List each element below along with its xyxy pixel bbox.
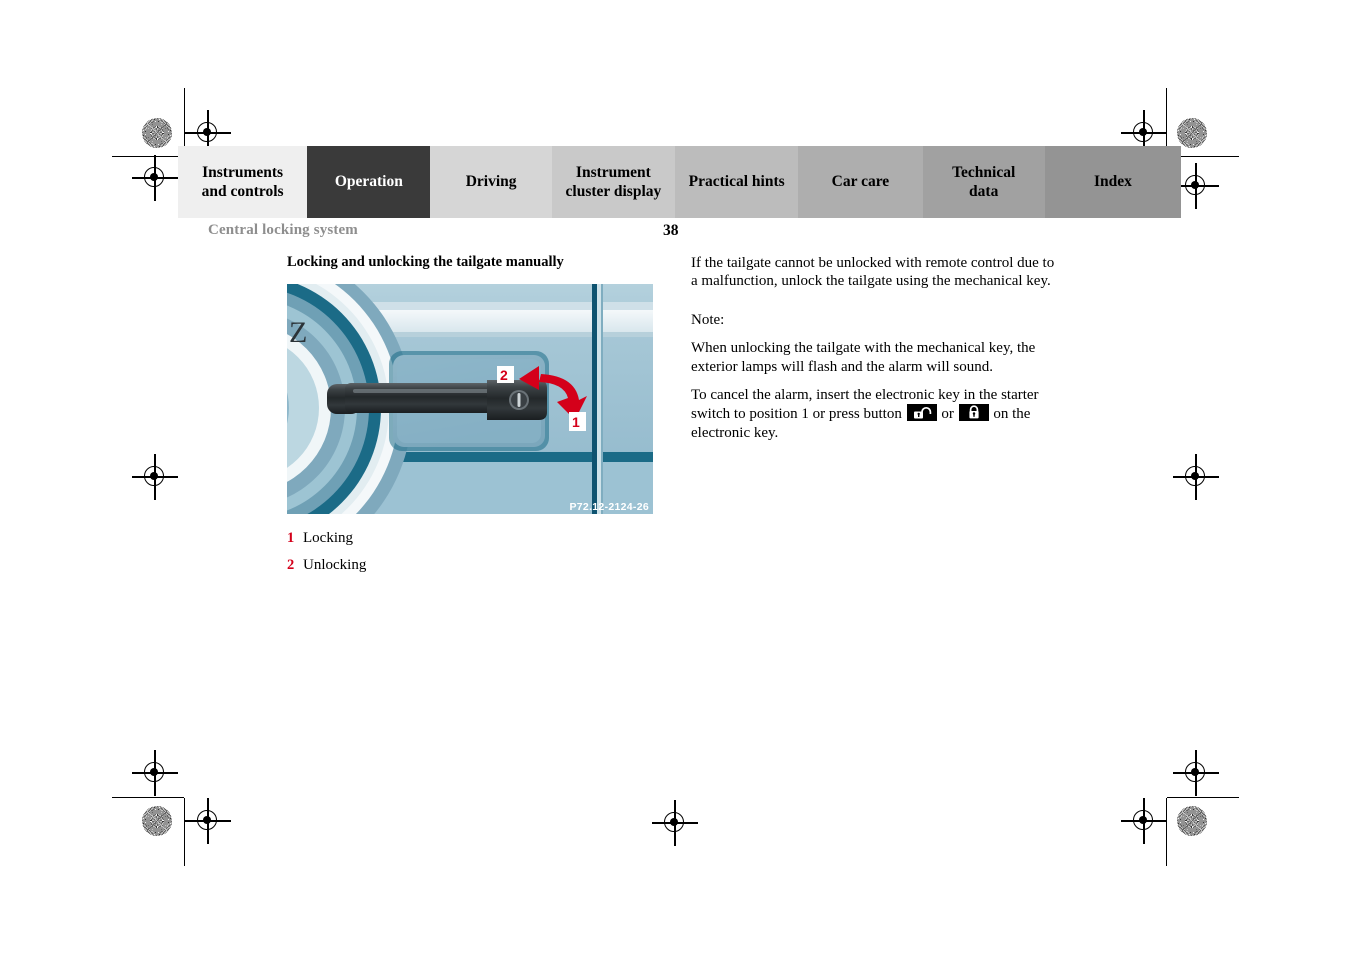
tab-label: Car care xyxy=(831,173,890,191)
page-number: 38 xyxy=(663,222,679,239)
registration-mark-bottom-right-outer xyxy=(1173,750,1219,796)
legend-item: 1 Locking xyxy=(287,530,653,547)
figure-reference-code: P72.12-2124-26 xyxy=(569,501,649,513)
registration-mark-bottom-left-outer xyxy=(132,750,178,796)
note-label: Note: xyxy=(691,311,725,328)
lock-padlock-icon xyxy=(958,404,989,422)
running-head-title: Central locking system xyxy=(208,222,358,238)
section-heading: Locking and unlocking the tailgate manua… xyxy=(287,254,564,270)
crop-line-br-horizontal xyxy=(1167,797,1239,799)
tab-instruments-and-controls[interactable]: Instruments and controls xyxy=(178,146,308,218)
crop-line-bl-horizontal xyxy=(112,797,184,799)
registration-mark-bottom-left-inner xyxy=(185,798,231,844)
right-column: If the tailgate cannot be unlocked with … xyxy=(691,254,1063,452)
paragraph-note-body: When unlocking the tailgate with the mec… xyxy=(691,340,1036,375)
unlock-padlock-icon xyxy=(906,404,937,422)
svg-text:2: 2 xyxy=(500,367,508,383)
tab-technical-data[interactable]: Technical data xyxy=(922,146,1045,218)
registration-mark-middle-left xyxy=(132,454,178,500)
legend-item-label: Locking xyxy=(303,530,353,546)
tailgate-lock-illustration: Z 2 1 P72.12-2124-26 xyxy=(287,284,653,514)
registration-mark-bottom-center xyxy=(652,800,698,846)
tab-label: Technical data xyxy=(952,163,1016,200)
left-column: Locking and unlocking the tailgate manua… xyxy=(287,254,653,584)
figure-callout-2: 2 xyxy=(497,366,514,383)
legend-item: 2 Unlocking xyxy=(287,557,653,574)
chapter-tab-bar: Instruments and controls Operation Driving I… xyxy=(178,146,1181,218)
paragraph-cancel-alarm: To cancel the alarm, insert the electron… xyxy=(691,386,1063,442)
tab-instrument-cluster-display[interactable]: Instrument cluster display xyxy=(551,146,676,218)
tab-driving[interactable]: Driving xyxy=(430,146,552,218)
rosette-target-bottom-left xyxy=(142,806,172,836)
tab-index[interactable]: Index xyxy=(1044,146,1181,218)
tab-practical-hints[interactable]: Practical hints xyxy=(675,146,799,218)
figure-legend: 1 Locking 2 Unlocking xyxy=(287,530,653,574)
legend-item-number: 1 xyxy=(287,530,295,546)
tab-label: Instruments and controls xyxy=(201,163,284,200)
tab-label: Practical hints xyxy=(688,173,785,191)
rosette-target-top-left xyxy=(142,118,172,148)
tab-operation[interactable]: Operation xyxy=(307,146,431,218)
legend-item-label: Unlocking xyxy=(303,557,367,573)
rosette-target-top-right xyxy=(1177,118,1207,148)
tab-label: Operation xyxy=(334,173,403,191)
badge-letter-z: Z xyxy=(289,316,307,349)
legend-item-number: 2 xyxy=(287,557,295,573)
tab-label: Driving xyxy=(465,173,517,191)
registration-mark-middle-right xyxy=(1173,454,1219,500)
tab-label: Index xyxy=(1093,173,1132,191)
registration-mark-bottom-right-inner xyxy=(1121,798,1167,844)
tab-label: Instrument cluster display xyxy=(565,163,662,200)
paragraph-intro: If the tailgate cannot be unlocked with … xyxy=(691,255,1055,290)
svg-text:1: 1 xyxy=(572,414,580,430)
cancel-alarm-text-part2: or xyxy=(941,406,954,423)
tab-car-care[interactable]: Car care xyxy=(798,146,923,218)
running-head: Central locking system 38 xyxy=(208,222,1180,244)
tailgate-lock-svg: Z 2 1 xyxy=(287,284,653,514)
rosette-target-bottom-right xyxy=(1177,806,1207,836)
registration-mark-top-left-outer xyxy=(132,155,178,201)
figure-callout-1: 1 xyxy=(569,412,586,431)
